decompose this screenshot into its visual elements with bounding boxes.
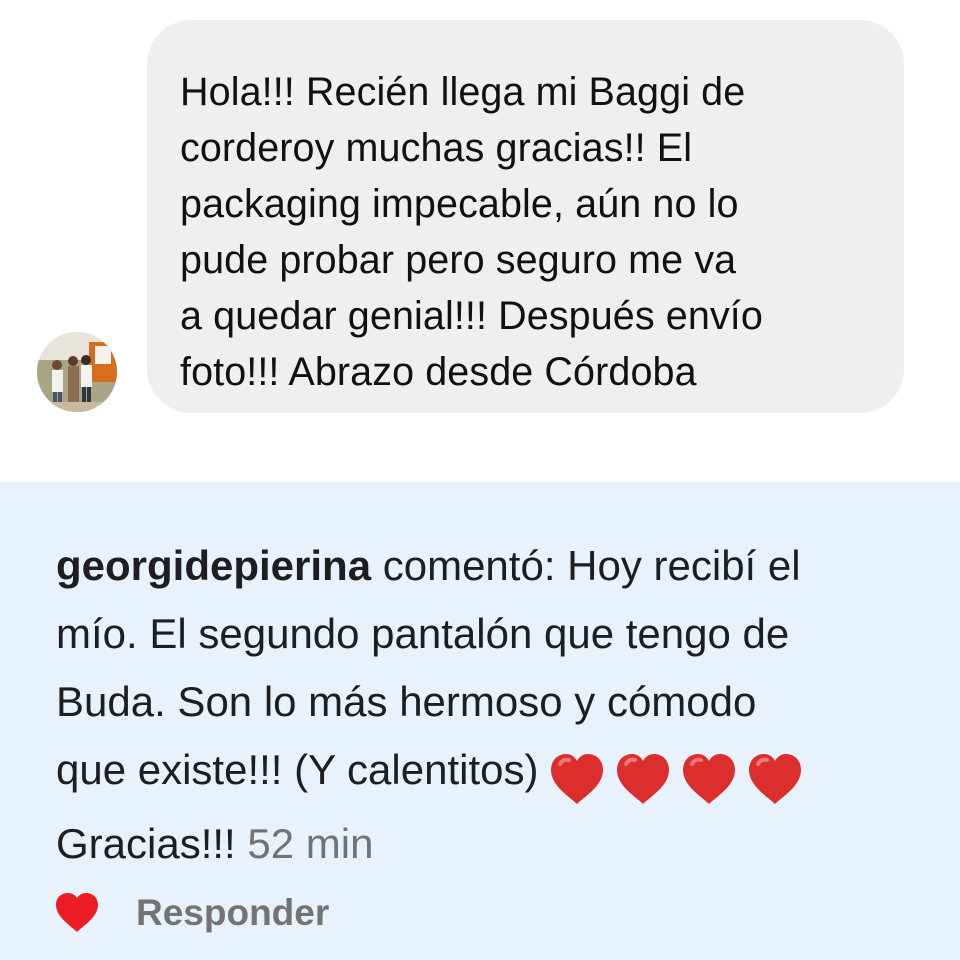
message-text: Hola!!! Recién llega mi Baggi de cordero… [180,70,763,394]
comment-username[interactable]: georgidepierina [56,542,371,589]
red-heart-emoji-icon [749,753,802,804]
comment-line-4: que existe!!! (Y calentitos) [56,736,960,810]
comment-actions: Responder [54,888,329,938]
avatar[interactable] [37,332,117,412]
comment-line-4-text: que existe!!! (Y calentitos) [56,746,539,793]
profile-photo-icon [37,332,117,412]
comment-timestamp: 52 min [247,820,374,867]
hearts-group [548,742,812,810]
comment-line-5: Gracias!!! 52 min [56,810,960,878]
comment-line-1-text: comentó: Hoy recibí el [371,542,801,589]
heart-icon[interactable] [54,892,100,934]
comment-line-2: mío. El segundo pantalón que tengo de [56,610,790,657]
reply-button[interactable]: Responder [136,892,329,934]
comment-line-1: georgidepierina comentó: Hoy recibí el [56,532,960,600]
message-panel: Hola!!! Recién llega mi Baggi de cordero… [0,0,960,482]
comment-line-3: Buda. Son lo más hermoso y cómodo [56,678,757,725]
red-heart-emoji-icon [551,753,604,804]
red-heart-emoji-icon [683,753,736,804]
message-bubble[interactable]: Hola!!! Recién llega mi Baggi de cordero… [147,20,904,413]
comment-panel: georgidepierina comentó: Hoy recibí el m… [0,482,960,960]
comment-text: georgidepierina comentó: Hoy recibí el m… [56,532,960,878]
comment-line-5-text: Gracias!!! [56,820,248,867]
red-heart-emoji-icon [617,753,670,804]
